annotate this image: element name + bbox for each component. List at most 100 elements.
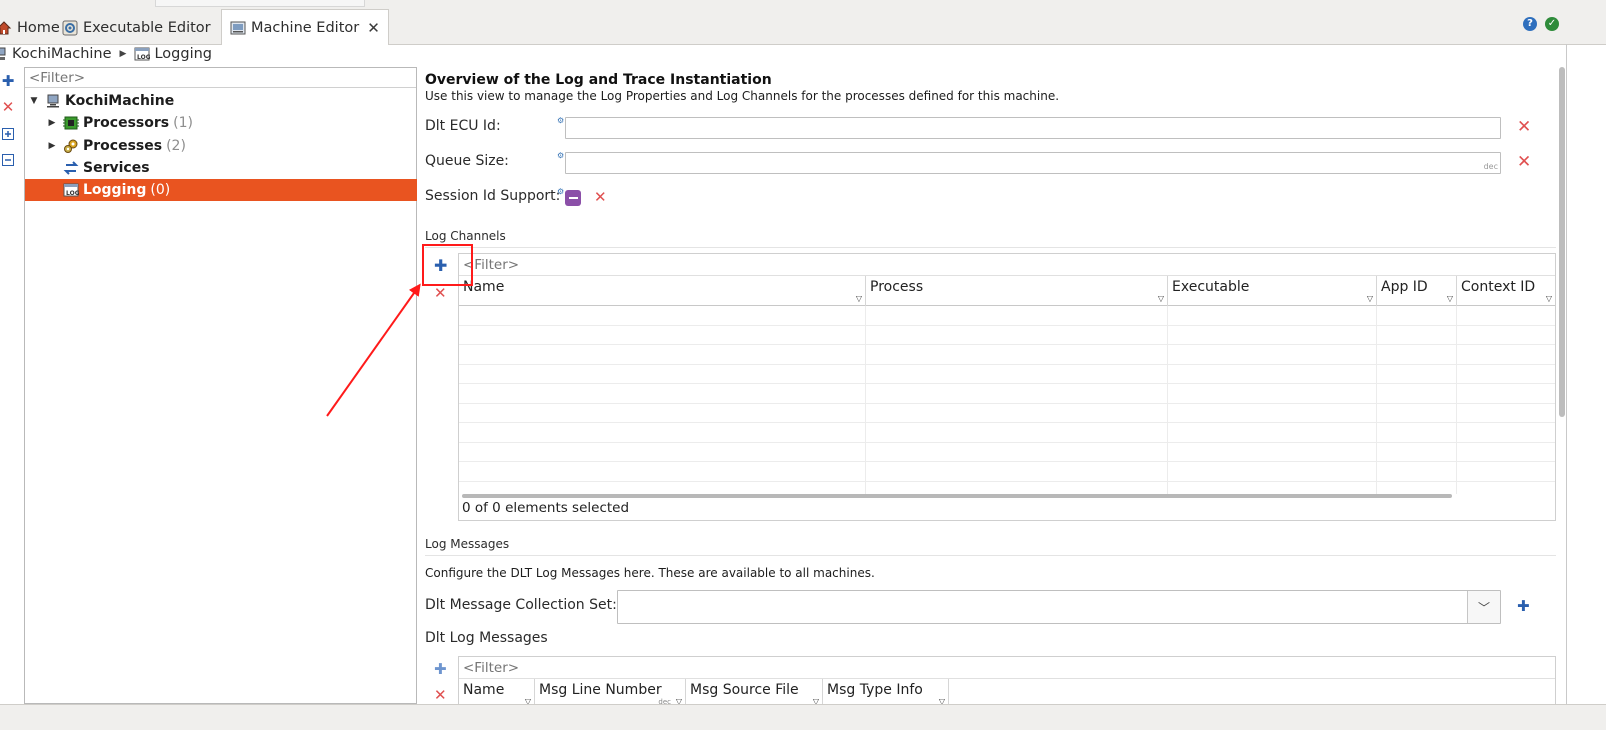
log-channels-table: Name▽ Process ▽ Executable ▽ App ID ▽ Conte…	[458, 253, 1556, 521]
clear-session-id-icon[interactable]: ✕	[594, 190, 607, 205]
column-label: Msg Type Info	[827, 682, 923, 698]
add-collection-set-icon[interactable]: ✚	[1517, 599, 1530, 614]
svg-text:LOG: LOG	[66, 190, 79, 197]
filter-funnel-icon[interactable]: ▽	[1546, 294, 1552, 303]
delete-icon[interactable]: ✕	[1, 99, 15, 114]
dlt-message-collection-set-combo[interactable]: ﹀	[617, 590, 1501, 624]
home-icon	[0, 20, 12, 36]
table-row[interactable]	[459, 384, 1555, 404]
column-label: App ID	[1381, 279, 1428, 295]
dlt-log-messages-label: Dlt Log Messages	[425, 630, 548, 646]
table-row[interactable]	[459, 423, 1555, 443]
tree-item-count: (1)	[173, 115, 193, 131]
info-icon: ⚙	[557, 187, 565, 196]
table-row[interactable]	[459, 404, 1555, 423]
process-gears-icon	[63, 138, 79, 154]
column-label: Msg Line Number	[539, 682, 662, 698]
chevron-right-icon: ▶	[119, 49, 127, 59]
add-log-message-icon[interactable]: ✚	[434, 662, 447, 677]
add-icon[interactable]: ✚	[1, 73, 15, 88]
filter-funnel-icon[interactable]: ▽	[1158, 294, 1164, 303]
close-icon[interactable]: ✕	[367, 19, 380, 37]
breadcrumb: KochiMachine ▶ LOG Logging	[0, 44, 212, 64]
clear-dlt-ecu-id-icon[interactable]: ✕	[1517, 119, 1531, 136]
log-messages-section-label: Log Messages	[425, 537, 510, 551]
table-row[interactable]	[459, 326, 1555, 345]
dlt-ecu-id-field[interactable]	[565, 117, 1501, 139]
chevron-down-icon[interactable]: ﹀	[1467, 591, 1500, 623]
table-body	[459, 306, 1555, 494]
chevron-down-icon[interactable]: ▼	[29, 96, 39, 106]
table-row[interactable]	[459, 306, 1555, 326]
svg-text:LOG: LOG	[137, 54, 150, 61]
expand-all-icon[interactable]	[1, 127, 15, 141]
tree-item-processors[interactable]: ▶ Processors (1)	[25, 112, 417, 134]
section-divider	[425, 247, 1556, 248]
queue-size-unit: dec	[1483, 162, 1498, 171]
machine-tree-panel: ▼ KochiMachine ▶ Processors (1) ▶ Proces…	[24, 67, 417, 704]
machine-icon	[45, 93, 61, 109]
breadcrumb-item-logging[interactable]: Logging	[154, 46, 212, 62]
dlt-ecu-id-label: Dlt ECU Id:	[425, 118, 501, 134]
session-id-support-label: Session Id Support:	[425, 188, 561, 204]
indeterminate-icon	[568, 197, 578, 199]
tab-machine-editor-label: Machine Editor	[251, 19, 360, 36]
collapse-all-icon[interactable]	[1, 153, 15, 167]
column-header-name[interactable]: Name ▽	[459, 276, 866, 306]
tree-item-label: Processes	[83, 138, 163, 154]
tree-item-processes[interactable]: ▶ Processes (2)	[25, 135, 417, 157]
tab-home-label: Home	[17, 19, 60, 36]
delete-log-channel-icon[interactable]: ✕	[434, 286, 447, 301]
delete-log-message-icon[interactable]: ✕	[434, 688, 447, 703]
filter-funnel-icon[interactable]: ▽	[1367, 294, 1373, 303]
table-row[interactable]	[459, 345, 1555, 365]
filter-funnel-icon[interactable]: ▽	[1447, 294, 1453, 303]
tab-executable-editor[interactable]: Executable Editor	[62, 10, 211, 45]
tree-item-root[interactable]: ▼ KochiMachine	[25, 90, 417, 112]
tab-executable-editor-label: Executable Editor	[83, 19, 211, 36]
checkmark-icon[interactable]: ✓	[1545, 17, 1559, 31]
clear-queue-size-icon[interactable]: ✕	[1517, 154, 1531, 171]
log-icon: LOG	[63, 182, 79, 198]
status-bar	[0, 704, 1606, 730]
tree-item-label: KochiMachine	[65, 93, 175, 109]
table-row[interactable]	[459, 365, 1555, 384]
tab-machine-editor[interactable]: Machine Editor ✕	[221, 9, 389, 45]
overview-description: Use this view to manage the Log Properti…	[425, 89, 1060, 103]
chevron-right-icon[interactable]: ▶	[47, 118, 57, 128]
horizontal-scrollbar[interactable]	[462, 494, 1452, 498]
tree-item-services[interactable]: Services	[25, 157, 417, 179]
column-label: Process	[870, 279, 924, 295]
tree-item-label: Processors	[83, 115, 170, 131]
column-header-context-id[interactable]: Context ID ▽	[1457, 276, 1555, 306]
help-icon[interactable]: ?	[1523, 17, 1537, 31]
column-label: Name	[463, 682, 505, 698]
editor-tab-bar: Home Executable Editor Machine Editor ✕ …	[0, 0, 1606, 45]
vertical-scrollbar[interactable]	[1559, 67, 1565, 417]
filter-funnel-icon[interactable]: ▽	[856, 294, 862, 303]
table-header: Name ▽ Process ▽ Executable ▽ App ID ▽ Conte…	[459, 276, 1555, 306]
tree-filter-input[interactable]	[25, 68, 416, 88]
table-row[interactable]	[459, 462, 1555, 482]
machine-icon	[0, 47, 6, 61]
log-channels-filter-input[interactable]	[459, 254, 1555, 276]
column-header-app-id[interactable]: App ID ▽	[1377, 276, 1457, 306]
session-id-support-checkbox[interactable]	[565, 190, 581, 206]
machine-editor-icon	[230, 20, 246, 36]
dlt-log-messages-table: Name▽ Msg Line Numberdec▽ Msg Source Fil…	[458, 656, 1556, 709]
editor-right-border	[1566, 44, 1567, 704]
table-row[interactable]	[459, 443, 1555, 462]
tree-item-count: (0)	[150, 182, 171, 198]
dlt-message-collection-set-label: Dlt Message Collection Set:	[425, 597, 617, 613]
chevron-right-icon[interactable]: ▶	[47, 141, 57, 151]
breadcrumb-item-machine[interactable]: KochiMachine	[12, 46, 112, 62]
column-header-executable[interactable]: Executable ▽	[1168, 276, 1377, 306]
tree-item-logging[interactable]: LOG Logging (0)	[25, 179, 417, 201]
tree-item-count: (2)	[166, 138, 186, 154]
queue-size-field[interactable]: dec	[565, 152, 1501, 174]
dlt-log-messages-filter-input[interactable]	[459, 657, 1555, 679]
column-header-process[interactable]: Process ▽	[866, 276, 1168, 306]
services-arrows-icon	[63, 160, 79, 176]
tab-home[interactable]: Home	[0, 10, 60, 45]
section-divider	[425, 555, 1556, 556]
